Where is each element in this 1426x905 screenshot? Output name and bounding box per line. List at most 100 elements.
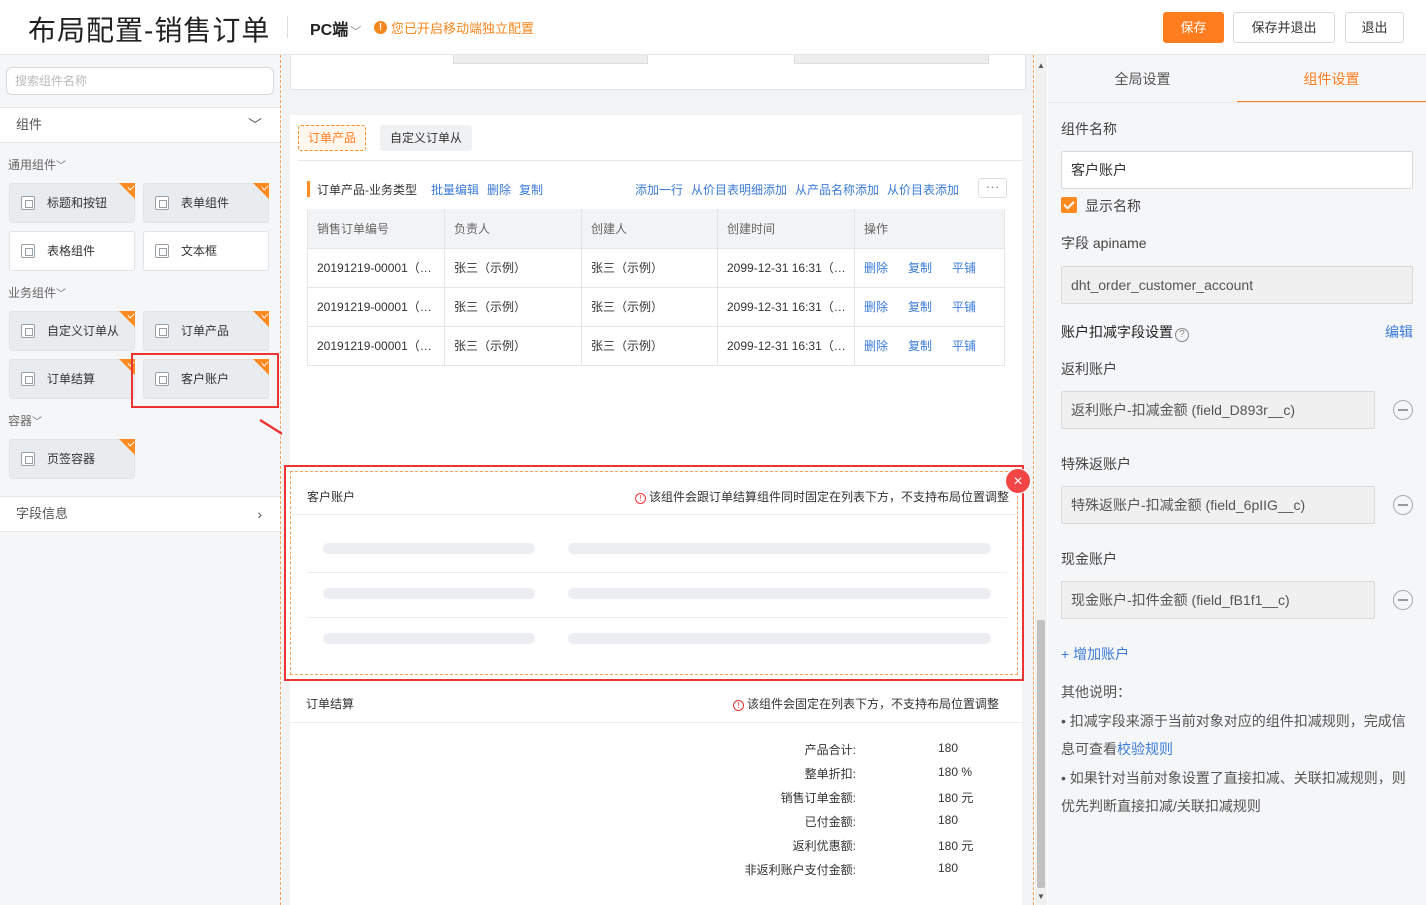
- component-tab-container[interactable]: 页签容器: [9, 439, 135, 479]
- tab-custom-order-sub[interactable]: 自定义订单从: [380, 125, 473, 151]
- component-custom-order-sub[interactable]: 自定义订单从: [9, 311, 135, 351]
- remove-component-close-icon[interactable]: ×: [1005, 468, 1031, 494]
- tab-global-settings[interactable]: 全局设置: [1048, 55, 1237, 103]
- show-name-label: 显示名称: [1085, 198, 1141, 214]
- settlement-value: 180: [938, 861, 959, 875]
- warning-text: 该组件会固定在列表下方，不支持布局位置调整: [746, 697, 999, 711]
- component-label: 订单结算: [47, 372, 96, 386]
- component-label: 文本框: [181, 244, 218, 258]
- remove-account-icon[interactable]: [1393, 590, 1413, 610]
- edit-deduct-link[interactable]: 编辑: [1385, 322, 1413, 342]
- row-delete-link[interactable]: 删除: [864, 339, 888, 353]
- component-name-input[interactable]: 客户账户: [1061, 151, 1413, 189]
- copy-link[interactable]: 复制: [519, 181, 543, 198]
- show-name-checkbox[interactable]: [1061, 197, 1077, 213]
- table-row: 20191219-00001（… 张三（示例） 张三（示例） 2099-12-3…: [307, 287, 1005, 327]
- component-textbox[interactable]: 文本框: [143, 231, 269, 271]
- component-form[interactable]: 表单组件: [143, 183, 269, 223]
- group-business-label: 业务组件: [8, 286, 57, 300]
- customer-account-warning: ! 该组件会跟订单结算组件同时固定在列表下方，不支持布局位置调整: [634, 488, 1009, 505]
- column-header: 销售订单编号: [307, 209, 445, 249]
- components-section-header[interactable]: 组件 ﹀: [0, 107, 280, 143]
- component-title-and-buttons[interactable]: 标题和按钮: [9, 183, 135, 223]
- row-tile-link[interactable]: 平铺: [952, 339, 976, 353]
- help-icon[interactable]: ?: [1175, 328, 1189, 342]
- group-business-toggle[interactable]: 业务组件﹀: [8, 284, 66, 301]
- row-delete-link[interactable]: 删除: [864, 300, 888, 314]
- scrollbar-thumb[interactable]: [1037, 620, 1045, 888]
- validation-rules-link[interactable]: 校验规则: [1117, 741, 1173, 757]
- component-icon: [21, 244, 35, 258]
- component-name-label: 组件名称: [1061, 121, 1117, 137]
- component-label: 自定义订单从: [47, 324, 120, 338]
- owner-cell: 张三（示例）: [444, 326, 582, 366]
- mobile-config-notice[interactable]: ! 您已开启移动端独立配置: [374, 18, 534, 37]
- component-order-settlement[interactable]: 订单结算: [9, 359, 135, 399]
- customer-account-dropzone: 客户账户 ! 该组件会跟订单结算组件同时固定在列表下方，不支持布局位置调整: [290, 471, 1018, 675]
- remove-account-icon[interactable]: [1393, 400, 1413, 420]
- settlement-row: 产品合计: 180: [702, 741, 982, 759]
- delete-link[interactable]: 删除: [487, 181, 511, 198]
- layout-canvas: 订单产品 自定义订单从 订单产品-业务类型 批量编辑 删除 复制 添加一行 从价…: [282, 55, 1034, 905]
- skeleton-bar: [323, 633, 535, 644]
- remove-account-icon[interactable]: [1393, 495, 1413, 515]
- component-table[interactable]: 表格组件: [9, 231, 135, 271]
- settlement-value: 180 元: [938, 839, 974, 853]
- customer-account-component[interactable]: 客户账户 ! 该组件会跟订单结算组件同时固定在列表下方，不支持布局位置调整: [284, 465, 1024, 681]
- component-icon: [155, 244, 169, 258]
- chevron-down-icon: ﹀: [32, 417, 43, 428]
- platform-selector[interactable]: PC端 ﹀: [310, 16, 361, 40]
- account-field[interactable]: 返利账户-扣减金额 (field_D893r__c): [1061, 391, 1375, 429]
- order-number-cell: 20191219-00001（…: [307, 326, 445, 366]
- exit-button[interactable]: 退出: [1345, 12, 1404, 43]
- row-actions-cell: 删除 复制 平铺: [854, 287, 1005, 327]
- save-and-exit-button[interactable]: 保存并退出: [1233, 12, 1335, 43]
- divider: [290, 722, 1022, 723]
- form-component-preview[interactable]: [290, 55, 1026, 90]
- scroll-up-icon[interactable]: ▲: [1037, 61, 1045, 70]
- warning-icon: !: [732, 700, 744, 711]
- batch-edit-link[interactable]: 批量编辑: [431, 181, 479, 198]
- added-check-icon: [119, 311, 135, 327]
- tab-divider: [1048, 102, 1426, 103]
- scroll-down-icon[interactable]: ▼: [1037, 892, 1045, 901]
- settlement-label: 非返利账户支付金额:: [744, 863, 856, 877]
- tab-component-settings[interactable]: 组件设置: [1237, 55, 1426, 103]
- row-tile-link[interactable]: 平铺: [952, 300, 976, 314]
- add-account-link[interactable]: + 增加账户: [1061, 644, 1129, 664]
- chevron-right-icon: ›: [257, 506, 262, 522]
- component-icon: [21, 372, 35, 386]
- warning-text: 该组件会跟订单结算组件同时固定在列表下方，不支持布局位置调整: [648, 490, 1009, 504]
- add-row-link[interactable]: 添加一行: [635, 181, 683, 198]
- skeleton-bar: [323, 588, 535, 599]
- order-number-cell: 20191219-00001（…: [307, 248, 445, 288]
- components-section-label: 组件: [16, 117, 43, 132]
- row-delete-link[interactable]: 删除: [864, 261, 888, 275]
- save-button[interactable]: 保存: [1163, 12, 1224, 43]
- account-field[interactable]: 现金账户-扣件金额 (field_fB1f1__c): [1061, 581, 1375, 619]
- placeholder-field: [453, 55, 648, 64]
- account-field[interactable]: 特殊返账户-扣减金额 (field_6pIIG__c): [1061, 486, 1375, 524]
- add-from-product-name-link[interactable]: 从产品名称添加: [795, 181, 879, 198]
- fields-section-label: 字段信息: [16, 506, 69, 521]
- row-copy-link[interactable]: 复制: [908, 339, 932, 353]
- table-title: 订单产品-业务类型: [317, 183, 417, 197]
- row-tile-link[interactable]: 平铺: [952, 261, 976, 275]
- row-copy-link[interactable]: 复制: [908, 261, 932, 275]
- creator-cell: 张三（示例）: [581, 248, 718, 288]
- group-container-label: 容器: [8, 414, 33, 428]
- group-container-toggle[interactable]: 容器﹀: [8, 412, 42, 429]
- add-from-pricebook-detail-link[interactable]: 从价目表明细添加: [691, 181, 787, 198]
- add-from-pricebook-link[interactable]: 从价目表添加: [887, 181, 959, 198]
- row-copy-link[interactable]: 复制: [908, 300, 932, 314]
- settlement-value: 180: [938, 741, 959, 755]
- component-order-product[interactable]: 订单产品: [143, 311, 269, 351]
- fields-section-header[interactable]: 字段信息 ›: [0, 496, 280, 532]
- tab-order-product[interactable]: 订单产品: [298, 125, 367, 151]
- note-text: • 扣减字段来源于当前对象对应的组件扣减规则，完成信息可查看: [1061, 713, 1406, 757]
- more-actions-button[interactable]: ···: [978, 178, 1007, 198]
- component-search-input[interactable]: 搜索组件名称: [6, 67, 274, 95]
- group-general-toggle[interactable]: 通用组件﹀: [8, 156, 66, 173]
- notes-title: 其他说明：: [1061, 684, 1131, 700]
- canvas-scrollbar[interactable]: ▲ ▼: [1035, 55, 1047, 905]
